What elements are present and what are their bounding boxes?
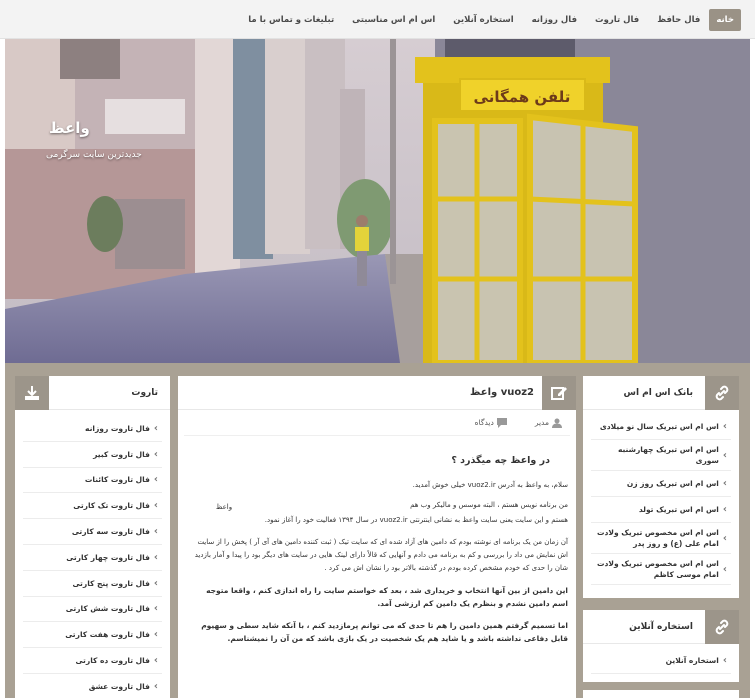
nav-item-tarot[interactable]: فال تاروت bbox=[586, 9, 648, 31]
estekhare-widget-title: استخاره آنلاین bbox=[629, 621, 693, 632]
edit-icon bbox=[542, 376, 576, 410]
list-item[interactable]: فال تاروت روزانه bbox=[23, 416, 162, 442]
list-item[interactable]: فال تاروت عشق bbox=[23, 674, 162, 698]
post-heading: در واعظ چه میگذرد ؟ bbox=[451, 455, 550, 466]
list-item[interactable]: استخاره آنلاین bbox=[591, 648, 731, 674]
booth-sign: تلفن همگانی bbox=[474, 88, 571, 106]
list-item[interactable]: اس ام اس مخصوص تبریک ولادت امام موسی کاظ… bbox=[591, 554, 731, 585]
nav-menu: خانه فال حافظ فال تاروت فال روزانه استخا… bbox=[0, 0, 755, 39]
estekhare-list: استخاره آنلاین bbox=[583, 644, 739, 674]
post-meta: مدیر دیدگاه bbox=[184, 410, 570, 436]
post-body: در واعظ چه میگذرد ؟ سلام، به واعظ به آدر… bbox=[178, 436, 576, 645]
post-author[interactable]: مدیر bbox=[521, 418, 562, 428]
list-item[interactable]: فال تاروت پنج کارتی bbox=[23, 571, 162, 597]
list-item[interactable]: فال تاروت شش کارتی bbox=[23, 597, 162, 623]
tarot-widget-header: تاروت bbox=[15, 376, 170, 410]
nav-item-daily[interactable]: فال روزانه bbox=[523, 9, 586, 31]
list-item[interactable]: اس ام اس تبریک تولد bbox=[591, 497, 731, 523]
post-article: واعظ vuoz2 مدیر دیدگاه در واعظ چه میگذرد… bbox=[178, 376, 576, 698]
post-author-name: مدیر bbox=[534, 418, 549, 427]
list-item[interactable]: اس ام اس تبریک روز زن bbox=[591, 471, 731, 497]
post-paragraph: این دامین از بین آنها انتخاب و خریداری ش… bbox=[206, 586, 568, 608]
top-navigation: خانه فال حافظ فال تاروت فال روزانه استخا… bbox=[0, 0, 755, 39]
nav-item-sms[interactable]: اس ام اس مناسبتی bbox=[343, 9, 444, 31]
list-item[interactable]: فال تاروت کائنات bbox=[23, 468, 162, 494]
post-paragraph: آن زمان من یک برنامه ای نوشته بودم که دا… bbox=[194, 538, 568, 572]
hero-banner: تلفن همگانی واعظ جدیدترین سایت سرگرمی bbox=[5, 39, 750, 363]
list-item[interactable]: فال تاروت تک کارتی bbox=[23, 493, 162, 520]
post-comments[interactable]: دیدگاه bbox=[461, 417, 507, 428]
next-widget-edge bbox=[583, 690, 739, 698]
link-icon bbox=[705, 610, 739, 644]
post-paragraph: هستم و این سایت یعنی سایت واعظ به نشانی … bbox=[264, 516, 568, 524]
comment-icon bbox=[496, 417, 507, 428]
sms-widget-title: بانک اس ام اس bbox=[623, 387, 693, 398]
nav-item-contact[interactable]: تبلیغات و تماس با ما bbox=[239, 9, 343, 31]
post-title[interactable]: واعظ vuoz2 bbox=[470, 387, 542, 398]
list-item[interactable]: فال تاروت ده کارتی bbox=[23, 648, 162, 674]
download-icon bbox=[15, 376, 49, 410]
list-item[interactable]: اس ام اس تبریک چهارشنبه سوری bbox=[591, 440, 731, 471]
list-item[interactable]: فال تاروت هفت کارتی bbox=[23, 622, 162, 649]
nav-item-estekhare[interactable]: استخاره آنلاین bbox=[444, 9, 522, 31]
nav-item-hafez[interactable]: فال حافظ bbox=[648, 9, 709, 31]
post-paragraph: اما تسمیم گرفتم همین دامین را هم تا حدی … bbox=[201, 621, 568, 643]
list-item[interactable]: فال تاروت کبیر bbox=[23, 442, 162, 468]
link-icon bbox=[705, 376, 739, 410]
estekhare-widget-header: استخاره آنلاین bbox=[583, 610, 739, 644]
site-tagline: جدیدترین سایت سرگرمی bbox=[46, 150, 142, 160]
sms-widget-header: بانک اس ام اس bbox=[583, 376, 739, 410]
site-title[interactable]: واعظ bbox=[49, 119, 90, 137]
nav-item-home[interactable]: خانه bbox=[709, 8, 741, 31]
tarot-widget-title: تاروت bbox=[131, 387, 158, 398]
post-header: واعظ vuoz2 bbox=[178, 376, 576, 410]
sms-widget: بانک اس ام اس اس ام اس تبریک سال نو میلا… bbox=[583, 376, 739, 598]
post-paragraph: سلام، به واعظ به آدرس vuoz2.ir خیلی خوش … bbox=[412, 481, 568, 489]
hero-street-image: تلفن همگانی bbox=[5, 39, 750, 363]
list-item[interactable]: فال تاروت چهار کارتی bbox=[23, 545, 162, 571]
tarot-widget: تاروت فال تاروت روزانه فال تاروت کبیر فا… bbox=[15, 376, 170, 698]
user-icon bbox=[552, 418, 562, 428]
estekhare-widget: استخاره آنلاین استخاره آنلاین bbox=[583, 610, 739, 682]
list-item[interactable]: فال تاروت سه کارتی bbox=[23, 519, 162, 545]
post-comments-label: دیدگاه bbox=[474, 418, 494, 427]
list-item[interactable]: اس ام اس تبریک سال نو میلادی bbox=[591, 414, 731, 440]
list-item[interactable]: اس ام اس مخصوص تبریک ولادت امام علی (ع) … bbox=[591, 523, 731, 554]
post-inline-image: واعظ bbox=[215, 503, 233, 511]
sms-list: اس ام اس تبریک سال نو میلادی اس ام اس تب… bbox=[583, 410, 739, 585]
tarot-list: فال تاروت روزانه فال تاروت کبیر فال تارو… bbox=[15, 410, 170, 698]
